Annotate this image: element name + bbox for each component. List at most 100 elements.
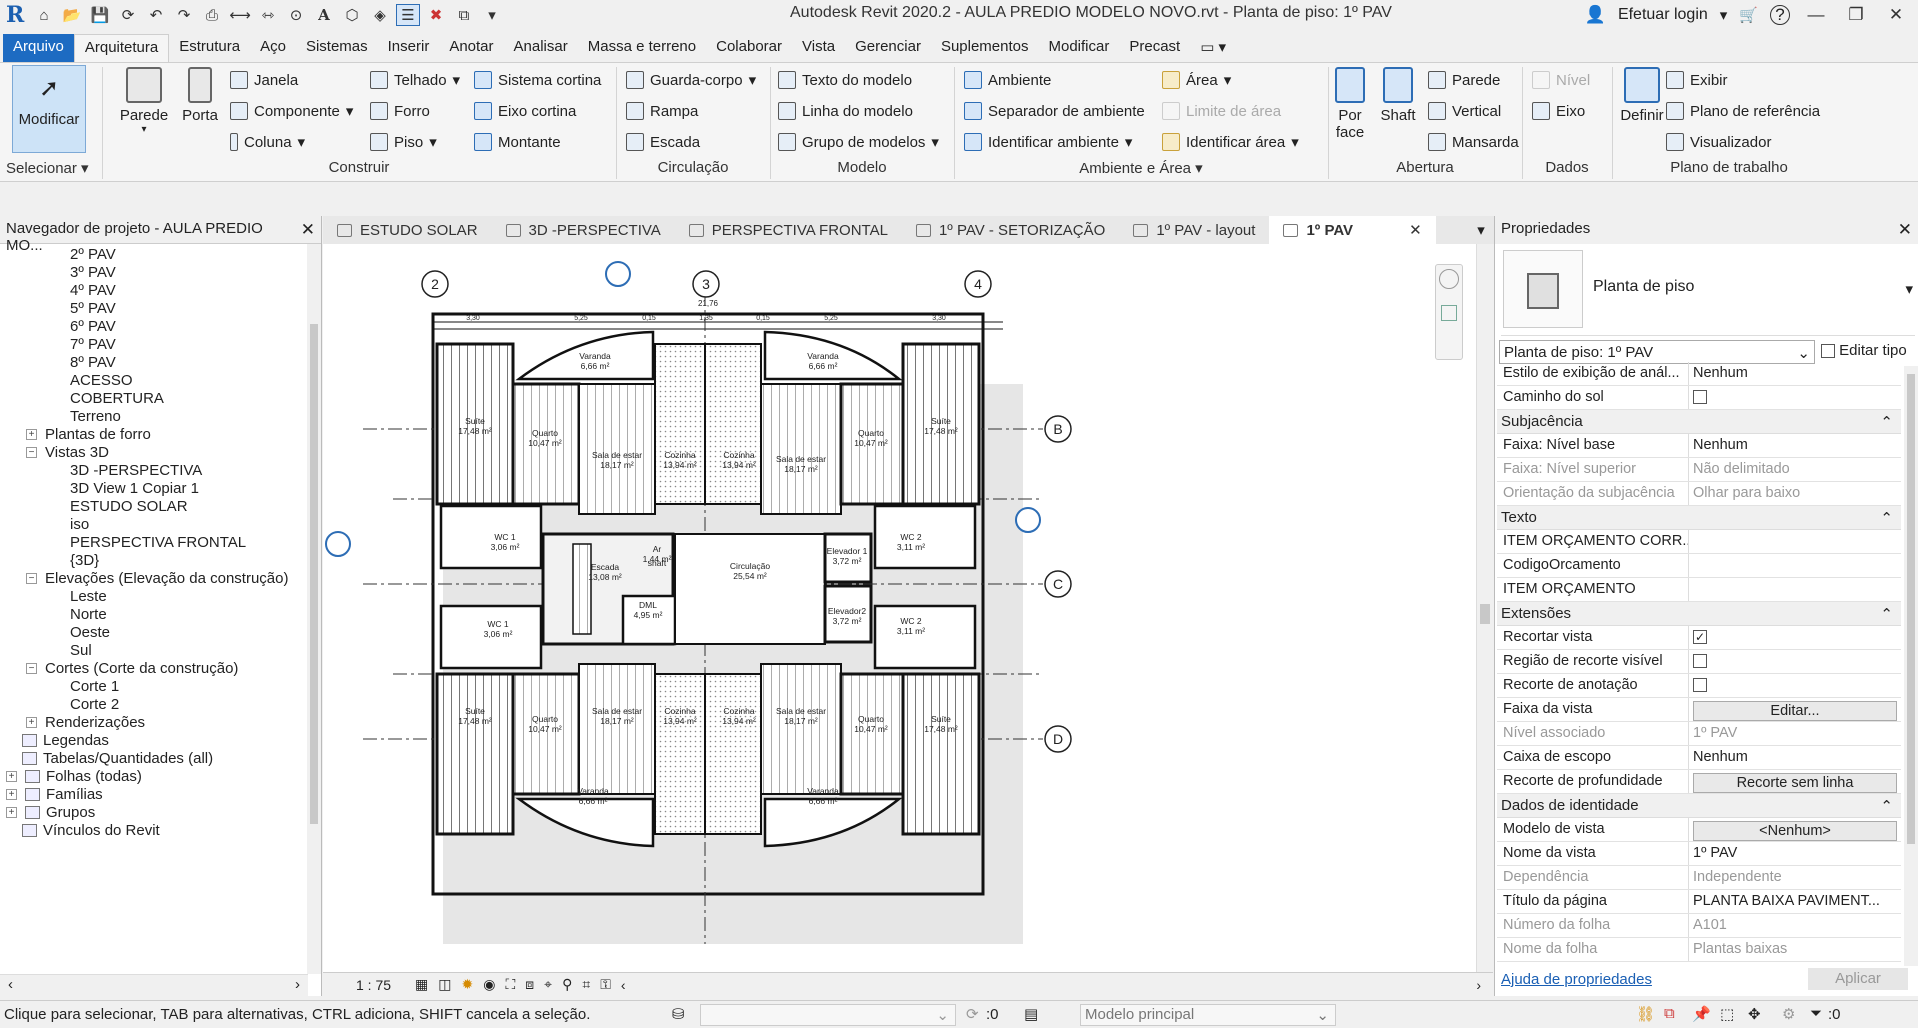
reference-plane-button[interactable]: Plano de referência: [1666, 102, 1820, 120]
select-underlay-icon[interactable]: ⧉: [1664, 1005, 1675, 1022]
login-dropdown-icon[interactable]: ▾: [1720, 6, 1728, 24]
browser-item[interactable]: − Vistas 3D: [26, 444, 109, 461]
view-tab[interactable]: 3D -PERSPECTIVA: [492, 216, 675, 244]
design-option-select[interactable]: Modelo principal ⌄: [1080, 1004, 1336, 1026]
login-link[interactable]: Efetuar login: [1618, 6, 1708, 24]
property-row[interactable]: ITEM ORÇAMENTO CORR...: [1497, 530, 1901, 554]
property-checkbox[interactable]: ✓: [1693, 630, 1707, 645]
canvas-vscrollbar[interactable]: [1476, 244, 1493, 972]
ribbon-tab-0[interactable]: Arquivo: [3, 34, 74, 62]
property-value[interactable]: Olhar para baixo: [1689, 482, 1901, 505]
elevation-marker-icon[interactable]: [605, 261, 631, 287]
ribbon-tab-2[interactable]: Estrutura: [169, 34, 250, 62]
type-selector[interactable]: Planta de piso ▾: [1501, 248, 1915, 336]
minimize-button[interactable]: —: [1802, 5, 1830, 25]
save-icon[interactable]: 💾: [88, 4, 112, 26]
ribbon-tab-10[interactable]: Vista: [792, 34, 845, 62]
property-row[interactable]: Recortar vista ✓: [1497, 626, 1901, 650]
properties-help-link[interactable]: Ajuda de propriedades: [1501, 971, 1652, 988]
component-button[interactable]: Componente ▾: [230, 102, 353, 120]
background-process-icon[interactable]: ⚙: [1782, 1005, 1795, 1023]
ribbon-tab-12[interactable]: Suplementos: [931, 34, 1039, 62]
area-button[interactable]: Área ▾: [1162, 71, 1231, 89]
property-row[interactable]: Orientação da subjacência Olhar para baix…: [1497, 482, 1901, 506]
dimension-icon[interactable]: ⇿: [256, 4, 280, 26]
browser-item[interactable]: ESTUDO SOLAR: [70, 498, 188, 515]
chevron-left-icon[interactable]: ‹: [8, 976, 13, 993]
property-value[interactable]: 1º PAV: [1689, 722, 1901, 745]
property-value[interactable]: [1689, 674, 1901, 697]
close-hidden-icon[interactable]: ✖: [424, 4, 448, 26]
thin-lines-icon[interactable]: ☰: [396, 4, 420, 26]
browser-item[interactable]: + Famílias: [6, 786, 103, 803]
property-checkbox[interactable]: [1693, 678, 1707, 693]
expand-icon[interactable]: +: [6, 789, 17, 800]
property-value[interactable]: Nenhum: [1689, 746, 1901, 769]
property-row[interactable]: Modelo de vista <Nenhum>: [1497, 818, 1901, 842]
property-row[interactable]: Faixa: Nível base Nenhum: [1497, 434, 1901, 458]
property-value[interactable]: [1689, 386, 1901, 409]
by-face-button[interactable]: Por face: [1332, 67, 1368, 141]
browser-hscrollbar[interactable]: ‹ ›: [0, 974, 308, 996]
browser-item[interactable]: 3º PAV: [70, 264, 116, 281]
property-row[interactable]: ITEM ORÇAMENTO: [1497, 578, 1901, 602]
chevron-left-icon[interactable]: ‹: [621, 977, 626, 993]
browser-item[interactable]: + Renderizações: [26, 714, 145, 731]
browser-item[interactable]: Sul: [70, 642, 92, 659]
ribbon-tab-4[interactable]: Sistemas: [296, 34, 378, 62]
property-row[interactable]: CodigoOrcamento: [1497, 554, 1901, 578]
undo-icon[interactable]: ↶: [144, 4, 168, 26]
property-row[interactable]: Caixa de escopo Nenhum: [1497, 746, 1901, 770]
property-row[interactable]: Região de recorte visível: [1497, 650, 1901, 674]
3d-view-icon[interactable]: ⬡: [340, 4, 364, 26]
analytical-model-icon[interactable]: ⌗: [582, 976, 590, 993]
browser-item[interactable]: Vínculos do Revit: [22, 822, 160, 839]
properties-scroll-thumb[interactable]: [1907, 374, 1915, 844]
measure-icon[interactable]: ⟷: [228, 4, 252, 26]
browser-item[interactable]: Legendas: [22, 732, 109, 749]
shaft-button[interactable]: Shaft: [1376, 67, 1420, 124]
redo-icon[interactable]: ↷: [172, 4, 196, 26]
property-group-header[interactable]: Texto ⌃: [1497, 506, 1901, 530]
stair-button[interactable]: Escada: [626, 133, 700, 151]
property-checkbox[interactable]: [1693, 654, 1707, 669]
properties-scrollbar[interactable]: [1904, 366, 1918, 966]
room-area-panel-label[interactable]: Ambiente e Área ▾: [956, 159, 1326, 177]
show-workplane-button[interactable]: Exibir: [1666, 71, 1728, 89]
ribbon-tab-6[interactable]: Anotar: [439, 34, 503, 62]
browser-item[interactable]: ACESSO: [70, 372, 133, 389]
expand-icon[interactable]: +: [26, 717, 37, 728]
property-row[interactable]: Recorte de anotação: [1497, 674, 1901, 698]
constraints-icon[interactable]: ⚿: [600, 976, 611, 993]
ribbon-tab-1[interactable]: Arquitetura: [73, 34, 170, 62]
visual-style-icon[interactable]: ◫: [438, 976, 451, 993]
close-button[interactable]: ✕: [1882, 5, 1910, 25]
view-tab[interactable]: PERSPECTIVA FRONTAL: [675, 216, 902, 244]
close-icon[interactable]: ✕: [1898, 220, 1912, 240]
browser-item[interactable]: − Elevações (Elevação da construção): [26, 570, 288, 587]
tag-icon[interactable]: ⊙: [284, 4, 308, 26]
expand-icon[interactable]: +: [26, 429, 37, 440]
zoom-icon[interactable]: [1441, 305, 1457, 321]
browser-item[interactable]: Norte: [70, 606, 107, 623]
ribbon-tab-11[interactable]: Gerenciar: [845, 34, 931, 62]
floor-button[interactable]: Piso ▾: [370, 133, 437, 151]
detail-level-icon[interactable]: ▦: [415, 976, 428, 993]
qat-dropdown-icon[interactable]: ▾: [480, 4, 504, 26]
shadows-icon[interactable]: ◉: [483, 976, 495, 993]
view-tab[interactable]: ESTUDO SOLAR: [323, 216, 492, 244]
ribbon-tab-3[interactable]: Aço: [250, 34, 296, 62]
browser-item[interactable]: − Cortes (Corte da construção): [26, 660, 238, 677]
roof-button[interactable]: Telhado ▾: [370, 71, 460, 89]
grid-button[interactable]: Eixo: [1532, 102, 1585, 120]
browser-item[interactable]: COBERTURA: [70, 390, 164, 407]
property-button[interactable]: Recorte sem linha: [1693, 773, 1897, 793]
browser-item[interactable]: + Folhas (todas): [6, 768, 142, 785]
window-button[interactable]: Janela: [230, 71, 298, 89]
railing-button[interactable]: Guarda-corpo ▾: [626, 71, 756, 89]
select-by-face-icon[interactable]: ⬚: [1720, 1005, 1734, 1023]
temporary-hide-icon[interactable]: ⌖: [544, 976, 552, 993]
column-button[interactable]: Coluna ▾: [230, 133, 305, 151]
room-button[interactable]: Ambiente: [964, 71, 1051, 89]
dormer-button[interactable]: Mansarda: [1428, 133, 1519, 151]
